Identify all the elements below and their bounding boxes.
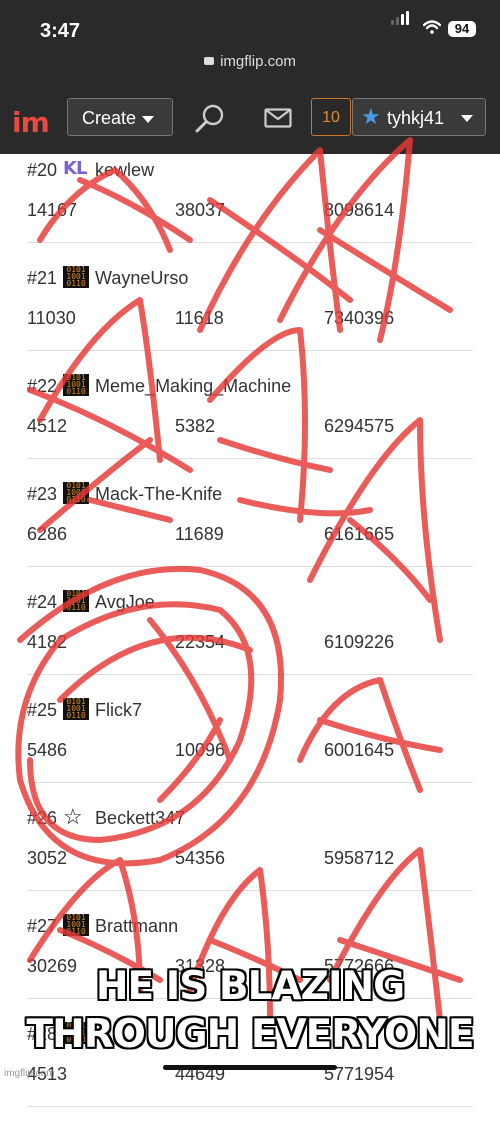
stat-value-2: 38037 bbox=[175, 200, 226, 220]
rank-number: #23 bbox=[27, 484, 58, 504]
stat-value-2: 22354 bbox=[175, 632, 226, 652]
username-link[interactable]: AvgJoe bbox=[95, 592, 155, 612]
row-divider bbox=[27, 458, 473, 459]
entry-header: #24 0101 1001 0110 AvgJoe bbox=[27, 590, 155, 614]
binary-avatar-icon: 0101 1001 0110 bbox=[63, 374, 90, 397]
binary-avatar-icon: 0101 1001 0110 bbox=[63, 482, 90, 505]
stat-value-1: 11030 bbox=[27, 308, 76, 328]
entry-header: #25 0101 1001 0110 Flick7 bbox=[27, 698, 142, 722]
stat-value-3: 8098614 bbox=[324, 200, 395, 220]
mail-icon[interactable] bbox=[264, 108, 292, 128]
battery-indicator: 94 bbox=[448, 21, 476, 37]
leaderboard-entry[interactable]: #24 0101 1001 0110 AvgJoe 4182 22354 6109226 bbox=[0, 586, 500, 694]
binary-avatar-icon: 0101 1001 0110 bbox=[63, 266, 90, 289]
rank-number: #25 bbox=[27, 700, 58, 720]
stat-value-1: 14167 bbox=[27, 200, 78, 220]
create-button[interactable]: Create bbox=[67, 98, 173, 136]
row-divider bbox=[27, 890, 473, 891]
username-link[interactable]: Flick7 bbox=[95, 700, 142, 720]
username-link[interactable]: kewlew bbox=[95, 160, 154, 180]
wifi-icon bbox=[423, 20, 441, 34]
stat-value-3: 6294575 bbox=[324, 416, 395, 436]
imgflip-logo[interactable]: im bbox=[12, 106, 50, 139]
username-link[interactable]: Mack-The-Knife bbox=[95, 484, 222, 504]
entry-header: #22 0101 1001 0110 Meme_Making_Machine bbox=[27, 374, 291, 398]
stat-value-2: 10096 bbox=[175, 740, 226, 760]
entry-header: #26 ☆ Beckett347 bbox=[27, 804, 185, 830]
binary-avatar-icon: 0101 1001 0110 bbox=[63, 914, 90, 937]
create-label: Create bbox=[82, 108, 137, 128]
stat-value-1: 4512 bbox=[27, 416, 68, 436]
home-indicator bbox=[163, 1065, 337, 1070]
row-divider bbox=[27, 350, 473, 351]
username-label: tyhkj41 bbox=[387, 108, 445, 128]
row-divider bbox=[27, 674, 473, 675]
stat-value-3: 6109226 bbox=[324, 632, 395, 652]
username-link[interactable]: Beckett347 bbox=[95, 808, 185, 828]
username-link[interactable]: Meme_Making_Machine bbox=[95, 376, 291, 396]
user-star-icon: ★ bbox=[361, 104, 381, 129]
rank-number: #27 bbox=[27, 916, 58, 936]
stat-value-1: 6286 bbox=[27, 524, 68, 544]
binary-avatar-icon: 0101 1001 0110 bbox=[63, 590, 90, 613]
url-text: imgflip.com bbox=[220, 53, 296, 70]
leaderboard-entry[interactable]: #20 KL kewlew 14167 38037 8098614 bbox=[0, 154, 500, 262]
kl-avatar-icon: KL bbox=[63, 158, 87, 180]
meme-caption-line2: THROUGH EVERYONE bbox=[26, 1012, 475, 1057]
leaderboard-entry[interactable]: #25 0101 1001 0110 Flick7 5486 10096 6001645 bbox=[0, 694, 500, 802]
rank-number: #24 bbox=[27, 592, 58, 612]
stat-value-3: 7340396 bbox=[324, 308, 395, 328]
chevron-down-icon bbox=[461, 115, 473, 122]
stat-value-2: 11618 bbox=[175, 308, 224, 328]
stat-value-2: 11689 bbox=[175, 524, 224, 544]
row-divider bbox=[27, 782, 473, 783]
meme-caption-line1: HE IS BLAZING bbox=[95, 964, 405, 1009]
row-divider bbox=[27, 566, 473, 567]
search-icon[interactable] bbox=[193, 102, 227, 136]
lock-icon bbox=[204, 57, 215, 66]
user-menu-button[interactable]: ★ tyhkj41 bbox=[352, 98, 486, 136]
phone-status-bar: 3:47 94 imgflip.com bbox=[0, 0, 500, 92]
entry-header: #27 0101 1001 0110 Brattmann bbox=[27, 914, 178, 938]
star-avatar-icon: ☆ bbox=[63, 804, 83, 830]
username-link[interactable]: Brattmann bbox=[95, 916, 178, 936]
notifications-button[interactable]: 10 bbox=[311, 98, 351, 136]
stat-value-1: 3052 bbox=[27, 848, 68, 868]
rank-number: #26 bbox=[27, 808, 58, 828]
entry-header: #20 KL kewlew bbox=[27, 158, 154, 182]
stat-value-2: 54356 bbox=[175, 848, 226, 868]
leaderboard-entry[interactable]: #26 ☆ Beckett347 3052 54356 5958712 bbox=[0, 802, 500, 910]
binary-avatar-icon: 0101 1001 0110 bbox=[63, 698, 90, 721]
entry-header: #23 0101 1001 0110 Mack-The-Knife bbox=[27, 482, 222, 506]
browser-url[interactable]: imgflip.com bbox=[0, 53, 500, 70]
username-link[interactable]: WayneUrso bbox=[95, 268, 188, 288]
stat-value-2: 5382 bbox=[175, 416, 216, 436]
leaderboard-entry[interactable]: #22 0101 1001 0110 Meme_Making_Machine 4512 53… bbox=[0, 370, 500, 478]
rank-number: #21 bbox=[27, 268, 58, 288]
entry-header: #21 0101 1001 0110 WayneUrso bbox=[27, 266, 188, 290]
stat-value-1: 5486 bbox=[27, 740, 68, 760]
stat-value-1: 4182 bbox=[27, 632, 68, 652]
stat-value-3: 6001645 bbox=[324, 740, 395, 760]
imgflip-watermark: imgflip.com bbox=[4, 1068, 55, 1079]
site-navbar: im Create 10 ★ tyhkj41 bbox=[0, 92, 500, 154]
leaderboard-entry[interactable]: #21 0101 1001 0110 WayneUrso 11030 11618 734039… bbox=[0, 262, 500, 370]
chevron-down-icon bbox=[142, 115, 155, 123]
clock-time: 3:47 bbox=[40, 20, 81, 42]
leaderboard-entry[interactable]: #23 0101 1001 0110 Mack-The-Knife 6286 11689 61… bbox=[0, 478, 500, 586]
row-divider bbox=[27, 242, 473, 243]
stat-value-3: 6161665 bbox=[324, 524, 395, 544]
stat-value-3: 5958712 bbox=[324, 848, 395, 868]
row-divider bbox=[27, 1106, 473, 1107]
rank-number: #22 bbox=[27, 376, 58, 396]
rank-number: #20 bbox=[27, 160, 58, 180]
